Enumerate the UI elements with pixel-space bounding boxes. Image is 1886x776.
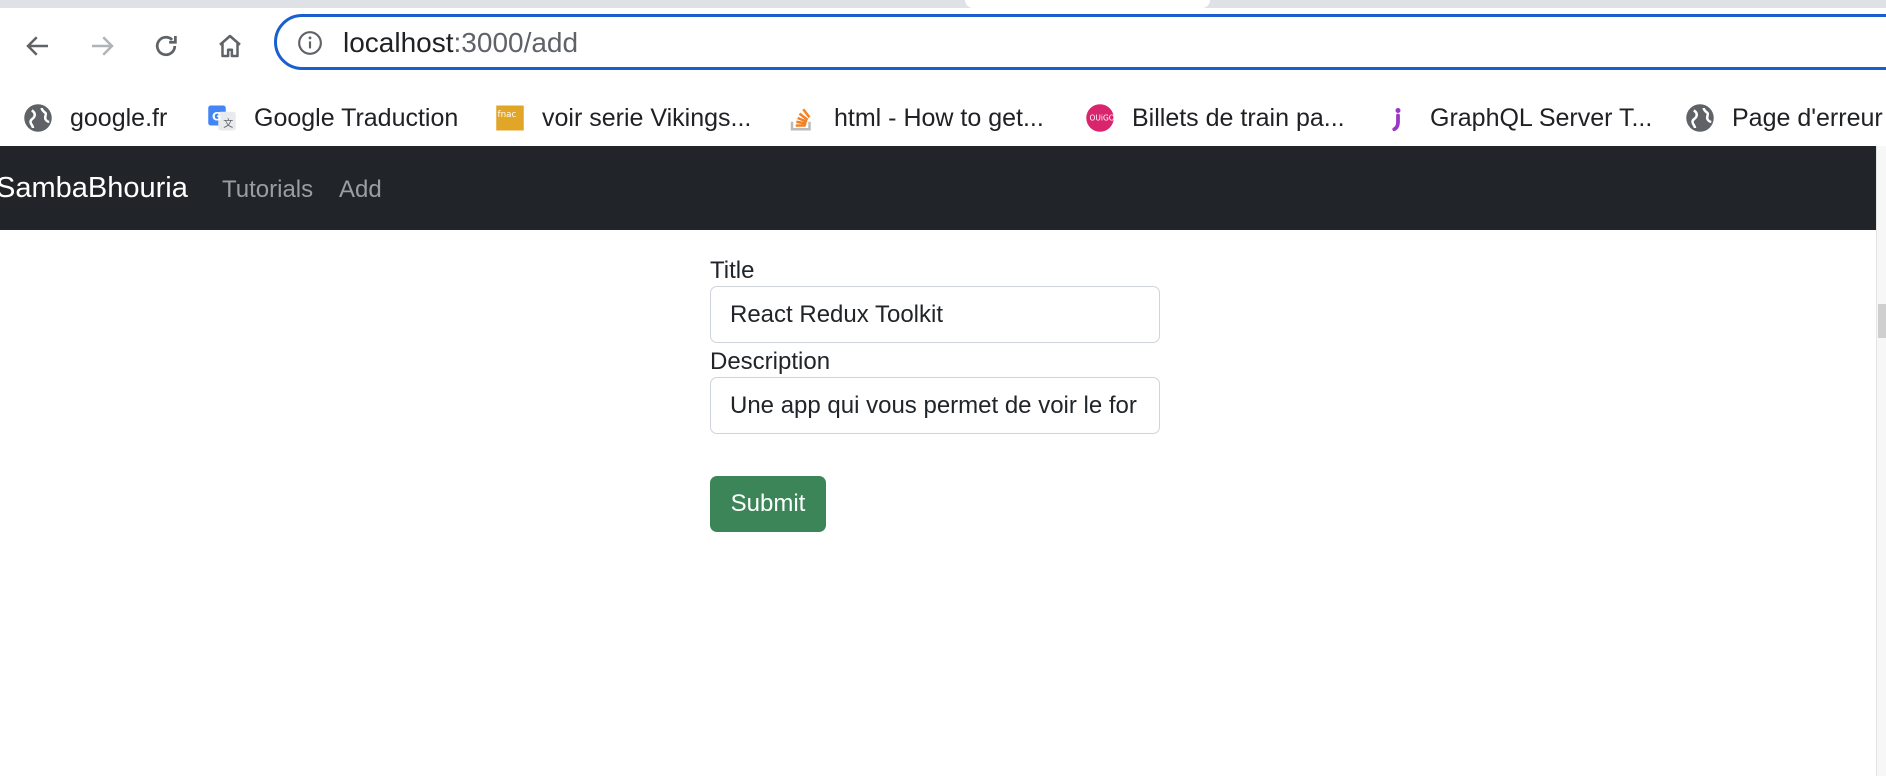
bookmark-label: Google Traduction [254,103,459,132]
nav-link-tutorials[interactable]: Tutorials [222,176,313,204]
address-bar-url[interactable]: localhost:3000/add [343,28,578,58]
ouigo-icon: OUiGO [1084,102,1116,134]
bookmark-label: html - How to get... [834,103,1044,132]
bookmark-page-erreur[interactable]: Page d'erreur [1684,90,1883,146]
title-input[interactable] [710,286,1160,343]
bookmark-label: google.fr [70,103,168,132]
address-bar[interactable]: localhost:3000/add [274,14,1886,70]
forward-button[interactable] [82,26,122,66]
reload-icon [155,35,177,57]
svg-text:文: 文 [223,117,233,130]
title-label: Title [710,257,755,284]
submit-button[interactable]: Submit [710,476,826,532]
svg-text:G: G [212,111,221,124]
svg-text:OUiGO: OUiGO [1090,114,1115,123]
fnac-icon: fnac [494,102,526,134]
navbar-brand[interactable]: SambaBhouria [0,172,188,205]
bookmark-label: Page d'erreur [1732,103,1883,132]
back-button[interactable] [18,26,58,66]
home-icon [219,34,241,58]
info-icon[interactable] [297,30,323,56]
bookmark-label: voir serie Vikings... [542,103,752,132]
bookmark-ouigo[interactable]: OUiGO Billets de train pa... [1084,90,1345,146]
bookmark-vikings[interactable]: fnac voir serie Vikings... [494,90,751,146]
google-translate-icon: G 文 [206,102,238,134]
page-scrollbar[interactable] [1876,146,1886,776]
url-host: localhost [343,27,454,58]
bookmark-label: GraphQL Server T... [1430,103,1653,132]
globe-icon [22,102,54,134]
bookmark-label: Billets de train pa... [1132,103,1345,132]
reload-button[interactable] [146,26,186,66]
globe-icon [1684,102,1716,134]
svg-text:fnac: fnac [498,110,517,120]
nav-link-add[interactable]: Add [339,176,382,204]
bookmark-graphql[interactable]: GraphQL Server T... [1382,90,1652,146]
bookmarks-bar: google.fr G 文 Google Traduction fnac voi… [0,90,1886,147]
description-label: Description [710,348,831,375]
app-navbar: SambaBhouria Tutorials Add [0,146,1876,230]
browser-toolbar: localhost:3000/add [0,8,1886,90]
arrow-right-icon [92,36,114,56]
graphql-icon [1382,102,1414,134]
home-button[interactable] [210,26,250,66]
tab-strip [0,0,1886,8]
description-input[interactable] [710,377,1160,434]
active-tab-edge [965,0,1210,8]
bookmark-google-fr[interactable]: google.fr [22,90,167,146]
scrollbar-thumb[interactable] [1878,304,1886,338]
stackoverflow-icon [786,102,818,134]
arrow-left-icon [26,36,48,56]
bookmark-google-traduction[interactable]: G 文 Google Traduction [206,90,458,146]
url-path: :3000/add [453,27,579,58]
add-tutorial-form: Title Description Submit [710,256,1160,532]
bookmark-stackoverflow[interactable]: html - How to get... [786,90,1044,146]
